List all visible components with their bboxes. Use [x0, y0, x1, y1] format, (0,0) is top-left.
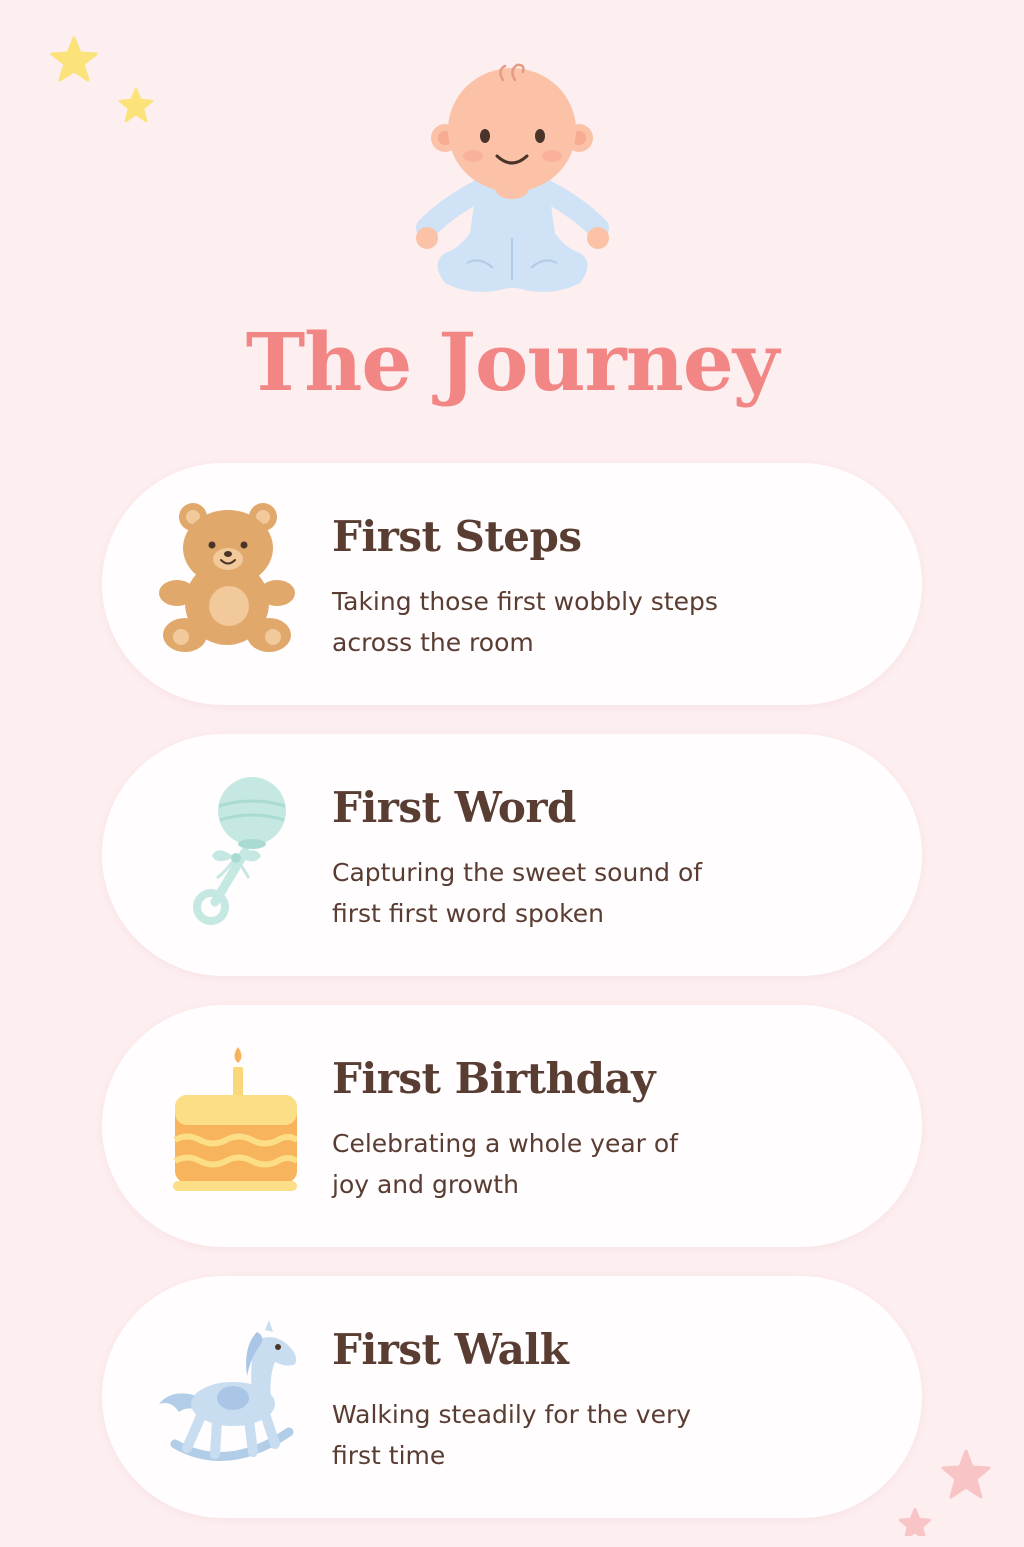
milestone-description: Celebrating a whole year of joy and grow… — [332, 1123, 762, 1205]
teddy-bear-icon — [159, 503, 295, 652]
description-line: across the room — [332, 628, 534, 657]
description-line: first time — [332, 1441, 446, 1470]
rocking-horse-icon — [159, 1320, 297, 1461]
description-line: Taking those first wobbly steps — [332, 587, 718, 616]
star-icon — [118, 87, 154, 123]
milestone-title: First Steps — [332, 512, 582, 561]
milestone-description: Walking steadily for the very first time — [332, 1394, 762, 1476]
milestone-title: First Word — [332, 783, 576, 832]
milestone-card-first-steps[interactable]: First Steps Taking those first wobbly st… — [102, 463, 922, 705]
milestone-description: Capturing the sweet sound of first first… — [332, 852, 762, 934]
milestone-title: First Walk — [332, 1325, 569, 1374]
milestone-description: Taking those first wobbly steps across t… — [332, 581, 762, 663]
milestone-card-first-word[interactable]: First Word Capturing the sweet sound of … — [102, 734, 922, 976]
baby-rattle-icon — [193, 777, 286, 925]
baby-illustration — [416, 63, 609, 292]
description-line: Walking steadily for the very — [332, 1400, 692, 1429]
milestone-card-first-walk[interactable]: First Walk Walking steadily for the very… — [102, 1276, 922, 1518]
description-line: joy and growth — [332, 1170, 519, 1199]
star-icon — [50, 36, 98, 82]
milestone-title: First Birthday — [332, 1054, 656, 1103]
milestone-card-first-birthday[interactable]: First Birthday Celebrating a whole year … — [102, 1005, 922, 1247]
page-title: The Journey — [245, 315, 780, 409]
milestone-list: First Steps Taking those first wobbly st… — [102, 463, 922, 1547]
birthday-cake-icon — [173, 1047, 297, 1191]
description-line: first first word spoken — [332, 899, 604, 928]
star-icon — [941, 1449, 991, 1499]
description-line: Celebrating a whole year of — [332, 1129, 678, 1158]
description-line: Capturing the sweet sound of — [332, 858, 703, 887]
